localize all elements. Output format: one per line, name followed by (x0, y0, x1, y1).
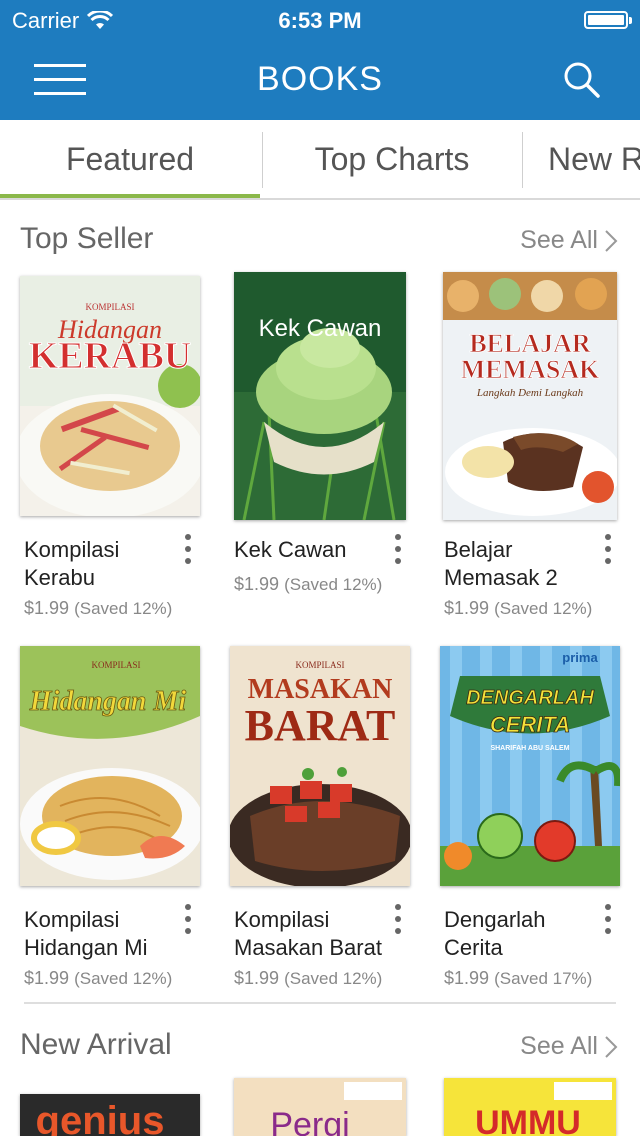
cover-title: Kek Cawan (259, 315, 382, 342)
book-title: Kompilasi Kerabu (24, 536, 174, 592)
cover-title: BELAJAR (469, 329, 591, 358)
cover-art: KOMPILASI Hidangan Mi (20, 646, 200, 886)
cover-art: BELAJAR MEMASAK Langkah Demi Langkah (443, 272, 617, 520)
book-title-line: Memasak 2 (444, 565, 558, 590)
book-price: $1.99 (Saved 12%) (444, 598, 592, 619)
cover-art: Kek Cawan (234, 272, 406, 520)
book-cover-dengarlah-cerita[interactable]: prima DENGARLAH CERITA SHARIFAH ABU SALE… (440, 646, 620, 886)
book-title-line: Belajar (444, 537, 513, 562)
tab-bar: Featured Top Charts New R (0, 120, 640, 200)
book-title-line: Cerita (444, 935, 503, 960)
book-cover-belajar-memasak[interactable]: BELAJAR MEMASAK Langkah Demi Langkah (443, 272, 617, 520)
book-price: $1.99 (Saved 12%) (24, 968, 172, 989)
cover-title: Hidangan Mi (29, 686, 187, 717)
saved-percent: (Saved 12%) (74, 599, 173, 618)
cover-brand: prima (562, 650, 598, 665)
book-title-line: Kompilasi (234, 907, 330, 932)
book-price: $1.99 (Saved 12%) (234, 968, 382, 989)
status-bar: Carrier 6:53 PM (0, 0, 640, 40)
see-all-label: See All (520, 1032, 598, 1060)
battery-icon (584, 11, 632, 29)
book-cover-ummu[interactable]: UMMU (444, 1078, 616, 1136)
book-title-line: Dengarlah (444, 907, 546, 932)
book-title-line: Kompilasi (24, 537, 120, 562)
section-title-new-arrival: New Arrival (20, 1028, 172, 1061)
cover-art: Pergi (234, 1078, 406, 1136)
book-title-line: Kerabu (24, 565, 95, 590)
book-cover-genius[interactable]: genius (20, 1094, 200, 1136)
chevron-right-icon (605, 229, 618, 252)
more-options-icon[interactable] (388, 534, 408, 570)
book-cover-kek-cawan[interactable]: Kek Cawan (234, 272, 406, 520)
section-title-top-seller: Top Seller (20, 222, 154, 255)
book-price: $1.99 (Saved 12%) (234, 574, 382, 595)
book-title: Kompilasi Masakan Barat (234, 906, 404, 962)
section-divider (24, 1002, 616, 1004)
see-all-top-seller-link[interactable]: See All (520, 226, 618, 255)
cover-title: DENGARLAH (466, 687, 594, 709)
book-title-line: Masakan Barat (234, 935, 382, 960)
book-title: Dengarlah Cerita (444, 906, 594, 962)
more-options-icon[interactable] (178, 534, 198, 570)
book-cover-pergi[interactable]: Pergi (234, 1078, 406, 1136)
tab-top-charts[interactable]: Top Charts (263, 120, 521, 198)
book-cover-masakan-barat[interactable]: KOMPILASI MASAKAN BARAT (230, 646, 410, 886)
chevron-right-icon (605, 1035, 618, 1058)
cover-art: KOMPILASI MASAKAN BARAT (230, 646, 410, 886)
more-options-icon[interactable] (598, 534, 618, 570)
nav-bar: BOOKS (0, 40, 640, 120)
price-value: $1.99 (24, 968, 70, 988)
cover-art: UMMU (444, 1078, 616, 1136)
book-title-line: Kompilasi (24, 907, 120, 932)
saved-percent: (Saved 12%) (494, 599, 593, 618)
cover-title: Pergi (270, 1106, 349, 1136)
see-all-new-arrival-link[interactable]: See All (520, 1032, 618, 1061)
page-title: BOOKS (257, 60, 383, 98)
price-value: $1.99 (234, 968, 280, 988)
saved-percent: (Saved 12%) (284, 969, 383, 988)
more-options-icon[interactable] (178, 904, 198, 940)
cover-top-text: KOMPILASI (85, 302, 134, 312)
price-value: $1.99 (444, 598, 490, 618)
book-price: $1.99 (Saved 12%) (24, 598, 172, 619)
book-title-line: Kek Cawan (234, 537, 347, 562)
cover-art: genius (20, 1094, 200, 1136)
cover-title: CERITA (490, 712, 570, 737)
app-header: Carrier 6:53 PM BOOKS (0, 0, 640, 120)
search-icon[interactable] (562, 60, 602, 100)
price-value: $1.99 (444, 968, 490, 988)
saved-percent: (Saved 17%) (494, 969, 593, 988)
cover-title: BARAT (245, 701, 396, 750)
book-cover-kerabu[interactable]: KOMPILASI Hidangan KERABU (20, 276, 200, 516)
book-title: Kompilasi Hidangan Mi (24, 906, 174, 962)
book-title: Kek Cawan (234, 536, 384, 564)
cover-subtitle: Langkah Demi Langkah (476, 387, 584, 399)
book-cover-hidangan-mi[interactable]: KOMPILASI Hidangan Mi (20, 646, 200, 886)
saved-percent: (Saved 12%) (74, 969, 173, 988)
book-price: $1.99 (Saved 17%) (444, 968, 592, 989)
more-options-icon[interactable] (598, 904, 618, 940)
status-time: 6:53 PM (278, 8, 362, 33)
cover-title: MEMASAK (461, 355, 600, 384)
cover-author: SHARIFAH ABU SALEM (490, 745, 569, 752)
cover-art: prima DENGARLAH CERITA SHARIFAH ABU SALE… (440, 646, 620, 886)
tab-divider (522, 132, 523, 188)
see-all-label: See All (520, 226, 598, 254)
cover-title: genius (36, 1099, 165, 1136)
tab-featured[interactable]: Featured (0, 120, 260, 198)
more-options-icon[interactable] (388, 904, 408, 940)
book-title-line: Hidangan Mi (24, 935, 148, 960)
price-value: $1.99 (234, 574, 280, 594)
cover-title: KERABU (29, 335, 192, 377)
book-title: Belajar Memasak 2 (444, 536, 594, 592)
cover-top-text: KOMPILASI (295, 660, 344, 670)
tab-new-releases[interactable]: New R (548, 120, 640, 198)
cover-top-text: KOMPILASI (91, 660, 140, 670)
saved-percent: (Saved 12%) (284, 575, 383, 594)
cover-art: KOMPILASI Hidangan KERABU (20, 276, 200, 516)
cover-title: UMMU (475, 1104, 581, 1136)
price-value: $1.99 (24, 598, 70, 618)
